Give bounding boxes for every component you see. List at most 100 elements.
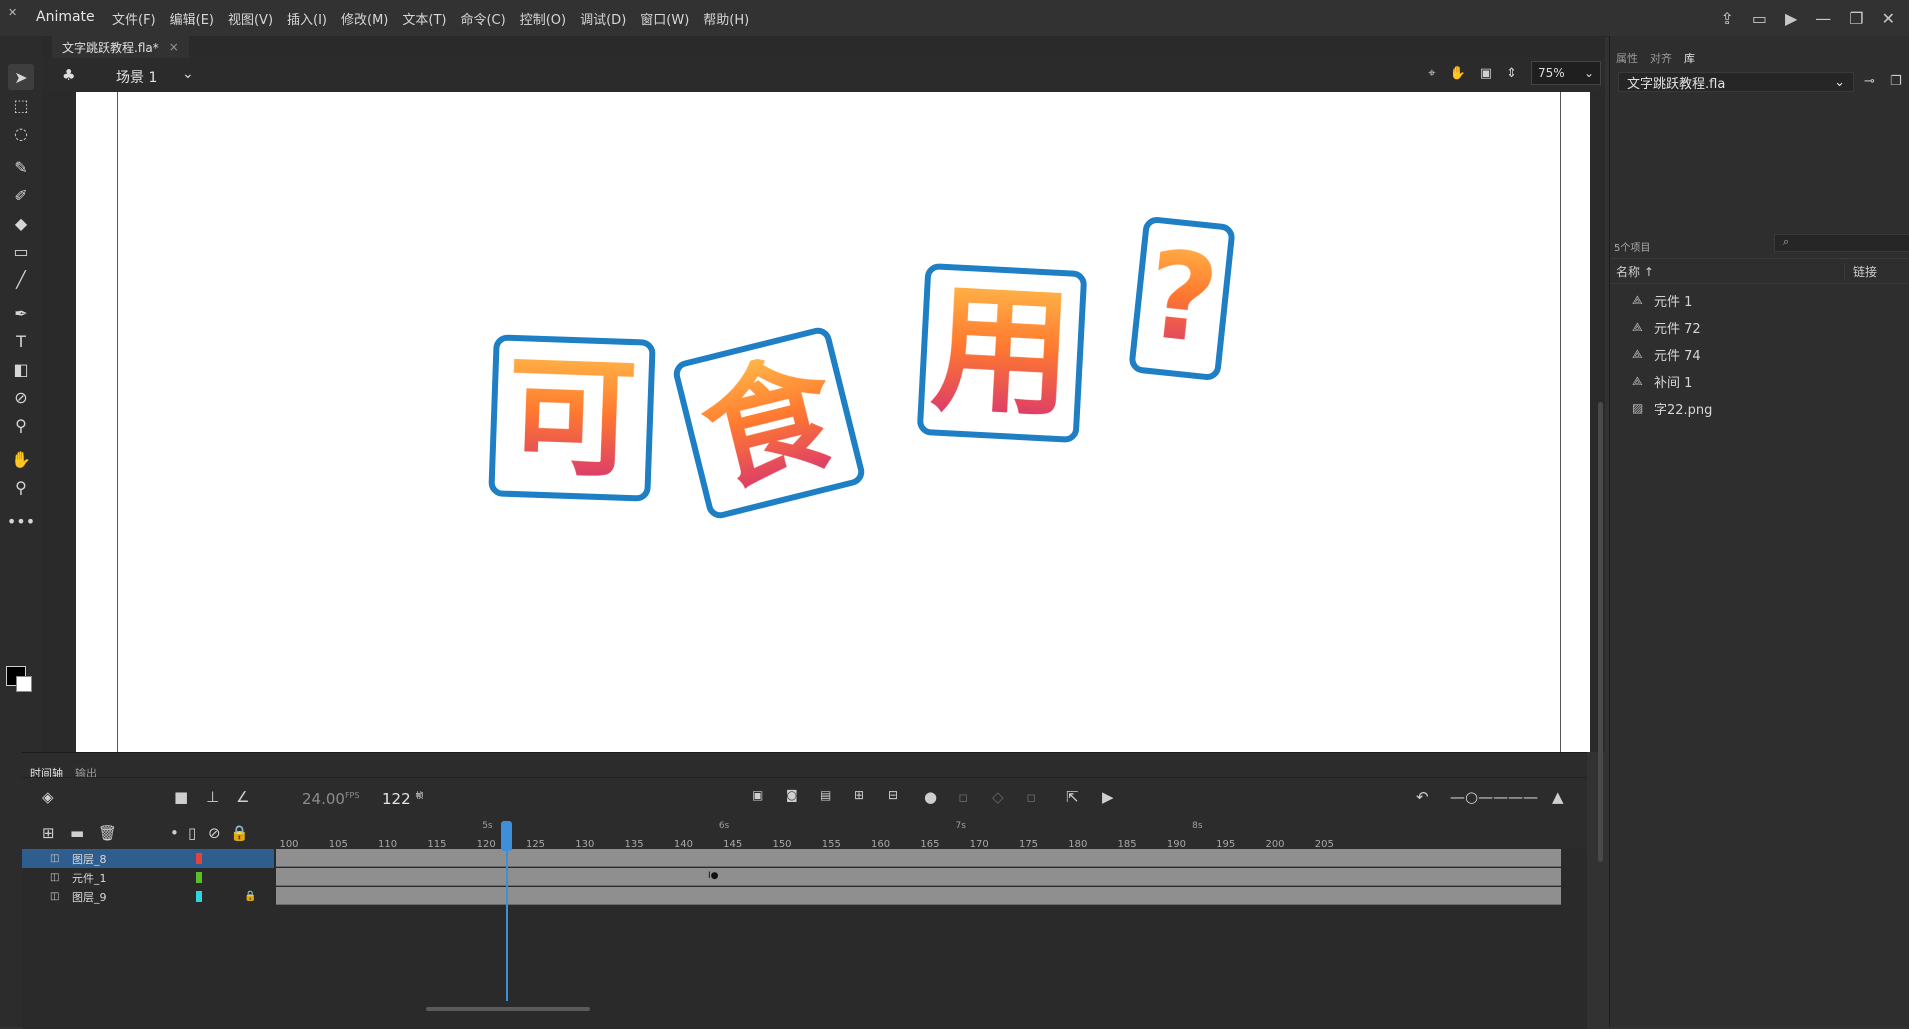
- onion-outline-icon[interactable]: ◇: [992, 788, 1004, 806]
- menu-modify[interactable]: 修改(M): [341, 9, 388, 28]
- chevron-down-icon[interactable]: ⌄: [182, 66, 194, 82]
- menu-window[interactable]: 窗口(W): [640, 9, 689, 28]
- brush-tool-icon[interactable]: ✎: [8, 154, 34, 180]
- artwork-char-3[interactable]: 用: [916, 262, 1088, 444]
- create-tween-icon[interactable]: ⊞: [854, 788, 864, 802]
- insert-frame-icon[interactable]: ▤: [820, 788, 831, 802]
- paint-brush-tool-icon[interactable]: ✐: [8, 182, 34, 208]
- new-folder-icon[interactable]: ▬: [70, 824, 84, 842]
- layer-color-swatch[interactable]: [196, 891, 202, 902]
- artwork-char-1[interactable]: 可: [488, 334, 656, 502]
- lock-icon[interactable]: 🔒: [244, 891, 256, 902]
- library-item[interactable]: ⟁ 元件 1: [1632, 290, 1692, 310]
- eraser-tool-icon[interactable]: ◆: [8, 210, 34, 236]
- layer-name[interactable]: 元件_1: [72, 870, 107, 886]
- menu-control[interactable]: 控制(O): [520, 9, 566, 28]
- share-icon[interactable]: ⇪: [1720, 9, 1733, 28]
- tab-align[interactable]: 对齐: [1650, 50, 1672, 66]
- pin-tool-icon[interactable]: ⚲: [8, 412, 34, 438]
- remove-frames-icon[interactable]: ⊟: [888, 788, 898, 802]
- layer-name[interactable]: 图层_8: [72, 851, 107, 867]
- library-item[interactable]: ▨ 字22.png: [1632, 398, 1712, 418]
- library-item[interactable]: ⟁ 元件 74: [1632, 344, 1701, 364]
- menu-edit[interactable]: 编辑(E): [170, 9, 214, 28]
- menu-file[interactable]: 文件(F): [112, 9, 156, 28]
- library-search-input[interactable]: ⌕: [1774, 234, 1909, 252]
- workspace-layout-icon[interactable]: ▭: [1752, 9, 1767, 28]
- column-linkage[interactable]: 链接: [1844, 263, 1877, 280]
- playhead-handle[interactable]: [500, 821, 512, 851]
- pin-library-icon[interactable]: ⊸: [1864, 74, 1875, 89]
- delete-layer-icon[interactable]: 🗑: [98, 824, 117, 842]
- onion-skin-icon[interactable]: ●: [924, 788, 937, 806]
- frame-row[interactable]: [276, 887, 1561, 905]
- close-icon[interactable]: ✕: [1882, 9, 1895, 28]
- play-icon[interactable]: ▶: [1102, 788, 1114, 806]
- selection-tool-icon[interactable]: ➤: [8, 64, 34, 90]
- highlight-layers-icon[interactable]: •: [170, 824, 179, 842]
- zoom-tool-icon[interactable]: ⚲: [8, 474, 34, 500]
- menu-commands[interactable]: 命令(C): [460, 9, 505, 28]
- scene-icon[interactable]: ♣: [62, 66, 80, 84]
- close-tab-icon[interactable]: ×: [169, 40, 179, 54]
- timeline-horizontal-scrollbar[interactable]: [426, 1007, 590, 1011]
- menu-view[interactable]: 视图(V): [228, 9, 273, 28]
- lasso-tool-icon[interactable]: ◌: [8, 120, 34, 146]
- new-layer-icon[interactable]: ⊞: [42, 824, 55, 842]
- zoom-stepper-icon[interactable]: ⇕: [1506, 66, 1517, 81]
- clip-stage-icon[interactable]: ▣: [1480, 66, 1492, 81]
- layer-color-swatch[interactable]: [196, 853, 202, 864]
- eyedropper-tool-icon[interactable]: ⊘: [8, 384, 34, 410]
- menu-debug[interactable]: 调试(D): [580, 9, 626, 28]
- frame-grid[interactable]: I●: [274, 849, 1587, 1029]
- hide-layers-icon[interactable]: ⊘: [208, 824, 221, 842]
- fit-frames-icon[interactable]: ▲: [1552, 788, 1564, 806]
- insert-keyframe-icon[interactable]: ▣: [752, 788, 763, 802]
- rectangle-tool-icon[interactable]: ▭: [8, 238, 34, 264]
- more-tools-icon[interactable]: •••: [7, 508, 35, 534]
- library-document-select[interactable]: 文字跳跃教程.fla ⌄: [1618, 72, 1854, 92]
- pen-tool-icon[interactable]: ✒: [8, 300, 34, 326]
- free-transform-tool-icon[interactable]: ⬚: [8, 92, 34, 118]
- edit-multiple-frames-icon[interactable]: ▫: [958, 788, 968, 806]
- restore-icon[interactable]: ❐: [1849, 9, 1863, 28]
- fps-readout[interactable]: 24.00FPS: [302, 790, 359, 808]
- tab-library[interactable]: 库: [1684, 50, 1695, 66]
- graph-icon[interactable]: ∠: [236, 788, 249, 806]
- current-frame-readout[interactable]: 122 帧: [382, 790, 423, 808]
- layer-name[interactable]: 图层_9: [72, 889, 107, 905]
- lock-layers-icon[interactable]: 🔒: [230, 824, 249, 842]
- paint-bucket-tool-icon[interactable]: ◧: [8, 356, 34, 382]
- stage-vertical-scrollbar[interactable]: [1598, 402, 1603, 862]
- frame-size-slider[interactable]: —○————: [1450, 788, 1540, 806]
- layer-row[interactable]: ◫ 元件_1: [22, 868, 274, 887]
- document-tab[interactable]: 文字跳跃教程.fla* ×: [52, 36, 189, 58]
- camera-icon[interactable]: ■: [174, 788, 188, 806]
- loop-icon[interactable]: ⇱: [1066, 788, 1079, 806]
- frame-row[interactable]: I●: [276, 868, 1561, 886]
- column-name[interactable]: 名称 ↑: [1616, 263, 1654, 280]
- frame-ruler[interactable]: 100 105 110 115 120 125 130 135 140 145 150 155 160 1…: [274, 817, 1587, 850]
- layers-icon[interactable]: ◈: [42, 788, 54, 806]
- layer-parenting-icon[interactable]: ⊥: [206, 788, 219, 806]
- zoom-select[interactable]: 75% ⌄: [1531, 61, 1601, 85]
- layer-row[interactable]: ◫ 图层_8: [22, 849, 274, 868]
- menu-insert[interactable]: 插入(I): [287, 9, 327, 28]
- tab-properties[interactable]: 属性: [1616, 50, 1638, 66]
- new-library-panel-icon[interactable]: ❐: [1890, 74, 1902, 89]
- minimize-icon[interactable]: —: [1815, 9, 1831, 28]
- rotate-stage-icon[interactable]: ✋: [1450, 66, 1466, 81]
- workspace-icon[interactable]: ✕: [8, 6, 22, 20]
- fill-color-swatch[interactable]: [16, 676, 32, 692]
- layer-color-swatch[interactable]: [196, 872, 202, 883]
- artwork-char-4[interactable]: ?: [1128, 215, 1236, 382]
- snap-icon[interactable]: ⌖: [1428, 66, 1435, 81]
- text-tool-icon[interactable]: T: [8, 328, 34, 354]
- test-movie-icon[interactable]: ▶: [1785, 9, 1797, 28]
- line-tool-icon[interactable]: ╱: [8, 266, 34, 292]
- undo-icon[interactable]: ↶: [1416, 788, 1429, 806]
- layer-row[interactable]: ◫ 图层_9 🔒: [22, 887, 274, 906]
- keyframe-marker[interactable]: I●: [708, 871, 719, 881]
- frame-row[interactable]: [276, 849, 1561, 867]
- onion-range-icon[interactable]: ▫: [1026, 788, 1036, 806]
